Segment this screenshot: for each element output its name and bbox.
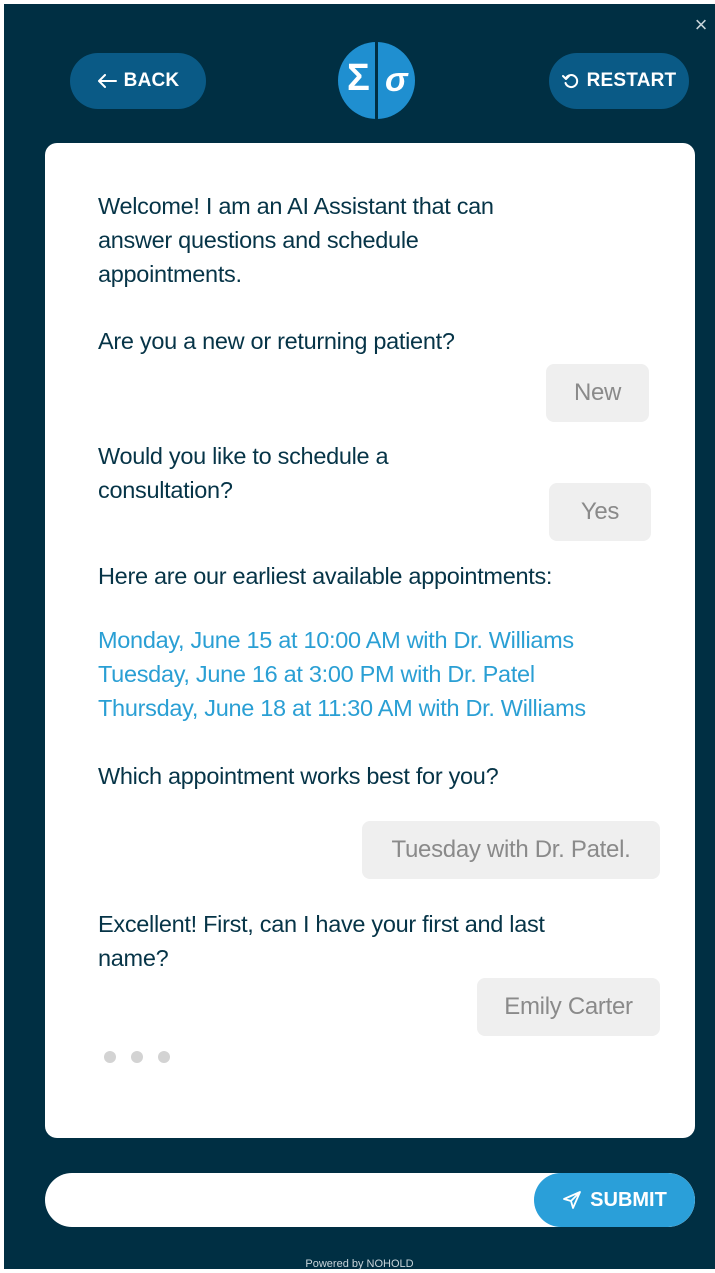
typing-dot: [104, 1051, 116, 1063]
name-line: Excellent! First, can I have your first …: [98, 911, 545, 937]
send-icon: [562, 1190, 582, 1210]
welcome-line: Welcome! I am an AI Assistant that can: [98, 193, 494, 219]
conversation-panel: Welcome! I am an AI Assistant that can a…: [45, 143, 695, 1138]
bot-message-name: Excellent! First, can I have your first …: [98, 907, 545, 975]
user-reply-consult: Yes: [549, 483, 651, 541]
close-icon[interactable]: ×: [690, 14, 712, 36]
powered-by-footer: Powered by NOHOLD: [305, 1258, 414, 1270]
welcome-line: appointments.: [98, 261, 242, 287]
name-line: name?: [98, 945, 169, 971]
chat-widget: × BACK Σ σ RESTART Welcome! I am an AI A…: [4, 4, 715, 1270]
back-label: BACK: [123, 70, 180, 91]
restart-button[interactable]: RESTART: [549, 53, 689, 109]
typing-dot: [131, 1051, 143, 1063]
user-reply-patient: New: [546, 364, 649, 422]
typing-dot: [158, 1051, 170, 1063]
bot-message-consult-question: Would you like to schedule a consultatio…: [98, 439, 389, 507]
bot-message-appointments: Here are our earliest available appointm…: [98, 563, 553, 589]
submit-label: SUBMIT: [590, 1188, 667, 1211]
restart-label: RESTART: [586, 70, 677, 91]
consult-line: Would you like to schedule a: [98, 443, 389, 469]
logo-sigma-lower: σ: [385, 61, 408, 99]
back-button[interactable]: BACK: [70, 53, 206, 109]
submit-button[interactable]: SUBMIT: [534, 1173, 695, 1227]
logo-sigma-upper: Σ: [347, 57, 370, 99]
consult-line: consultation?: [98, 477, 233, 503]
logo-divider: [375, 42, 378, 119]
message-input[interactable]: [45, 1173, 525, 1227]
arrow-left-icon: [97, 74, 117, 88]
appointment-option-3[interactable]: Thursday, June 18 at 11:30 AM with Dr. W…: [98, 691, 586, 725]
typing-indicator: [104, 1051, 170, 1063]
user-reply-name: Emily Carter: [477, 978, 660, 1036]
welcome-line: answer questions and schedule: [98, 227, 419, 253]
bot-message-patient-question: Are you a new or returning patient?: [98, 328, 455, 354]
user-reply-appointment: Tuesday with Dr. Patel.: [362, 821, 660, 879]
brand-logo: Σ σ: [338, 42, 415, 119]
restart-icon: [561, 72, 580, 90]
message-input-bar: SUBMIT: [45, 1173, 695, 1227]
appointment-option-2[interactable]: Tuesday, June 16 at 3:00 PM with Dr. Pat…: [98, 657, 535, 691]
bot-message-which: Which appointment works best for you?: [98, 763, 499, 789]
appointment-option-1[interactable]: Monday, June 15 at 10:00 AM with Dr. Wil…: [98, 623, 574, 657]
bot-message-welcome: Welcome! I am an AI Assistant that can a…: [98, 189, 494, 291]
